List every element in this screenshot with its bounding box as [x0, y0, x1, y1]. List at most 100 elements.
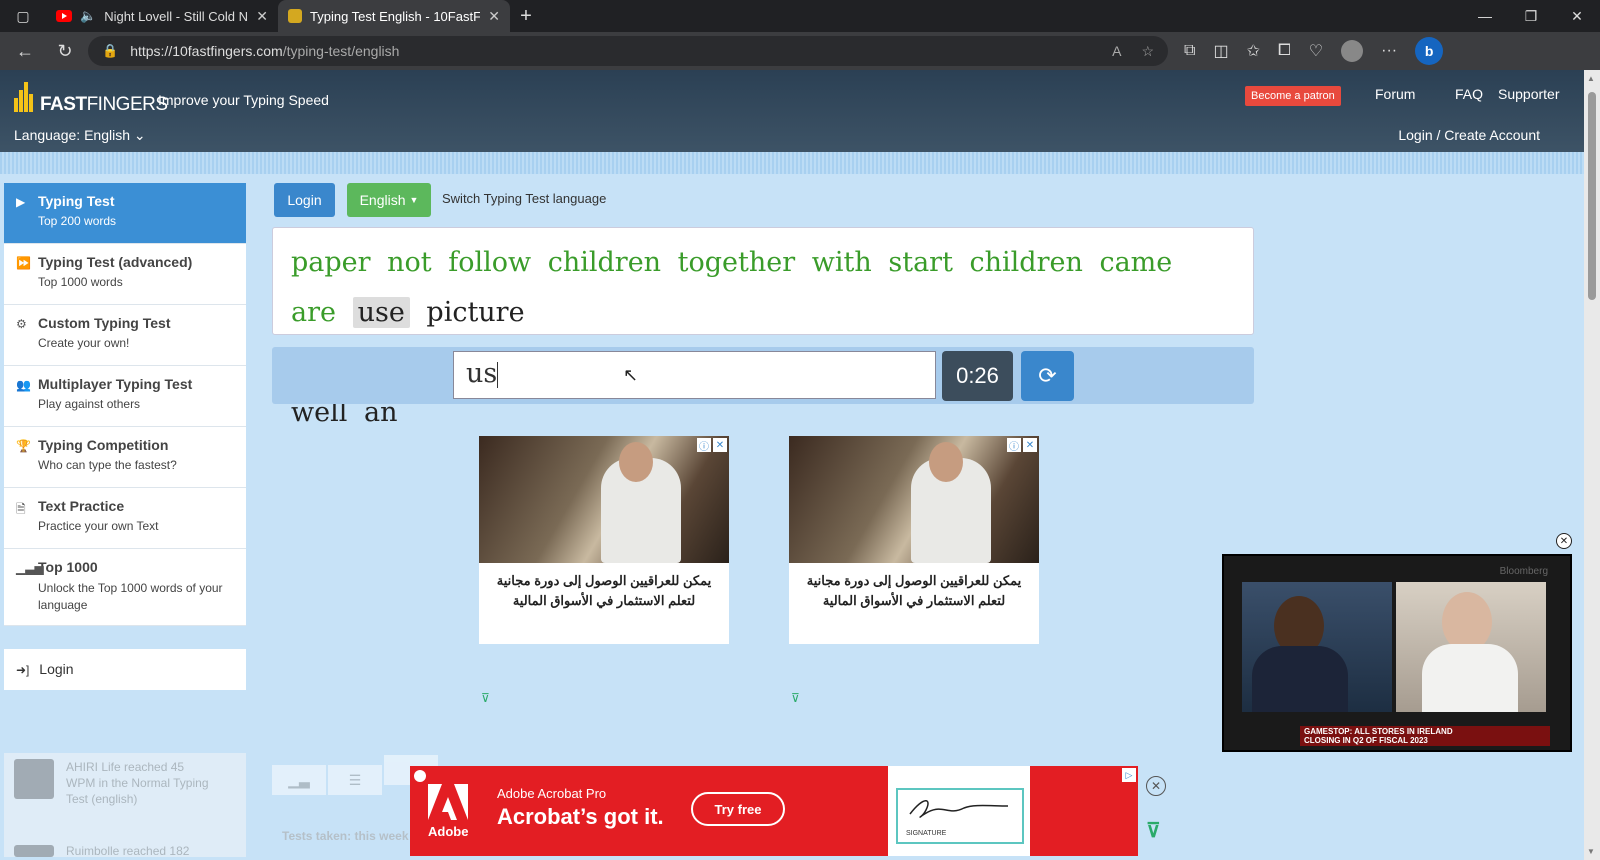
- scroll-down-icon[interactable]: ▼: [1587, 847, 1595, 856]
- ad-network-icon[interactable]: ⊽: [1146, 818, 1161, 843]
- language-selector[interactable]: Language: English ⌄: [14, 127, 146, 144]
- sidebar-item-title: Multiplayer Typing Test: [38, 376, 193, 392]
- window-controls: — ❐ ✕: [1462, 8, 1600, 25]
- signature-label: SIGNATURE: [906, 830, 947, 837]
- typing-input[interactable]: us: [453, 351, 936, 399]
- try-free-button[interactable]: Try free: [691, 792, 785, 826]
- favorite-star-icon[interactable]: ☆: [1141, 43, 1154, 60]
- logo-thin: FINGERS: [86, 94, 168, 115]
- sidebar-item-typing-test-advanced[interactable]: ⏩ Typing Test (advanced) Top 1000 words: [4, 244, 246, 305]
- activity-text: Ruimbolle reached 182: [66, 844, 190, 858]
- sidebar-item-typing-test[interactable]: ▶ Typing Test Top 200 words: [4, 183, 246, 244]
- close-window-button[interactable]: ✕: [1554, 8, 1600, 25]
- close-icon[interactable]: ✕: [713, 438, 727, 452]
- typing-input-value: us: [466, 358, 498, 389]
- ad-controls: ⓘ ✕: [1007, 438, 1037, 453]
- back-button[interactable]: ←: [8, 36, 42, 66]
- refresh-button[interactable]: ⟳: [1021, 351, 1074, 401]
- become-patron-button[interactable]: Become a patron: [1245, 86, 1341, 106]
- words-line-1: paper not follow children together with …: [291, 238, 1235, 338]
- more-options-icon[interactable]: ···: [1381, 42, 1397, 60]
- avatar: [14, 759, 54, 799]
- list-icon[interactable]: ☰: [328, 765, 382, 795]
- fast-forward-icon: ⏩: [16, 256, 31, 270]
- scrollbar-thumb[interactable]: [1588, 92, 1596, 300]
- browser-tab-youtube[interactable]: 🔈 Night Lovell - Still Cold Nig ✕: [46, 0, 278, 32]
- activity-text: AHIRI Life reached 45 WPM in the Normal …: [66, 760, 209, 806]
- collections-icon[interactable]: ⧠: [1278, 42, 1291, 60]
- login-button[interactable]: Login: [274, 183, 335, 217]
- sidebar-item-subtitle: Play against others: [38, 397, 141, 411]
- reload-button[interactable]: ↻: [48, 36, 82, 66]
- url-path: /typing-test/english: [282, 43, 400, 59]
- ad-choices-icon[interactable]: ▷: [1122, 768, 1136, 782]
- browser-tab-typing-test[interactable]: Typing Test English - 10FastFing ✕: [278, 0, 510, 32]
- ad-photo-head: [619, 442, 653, 482]
- adobe-banner-ad[interactable]: Adobe Adobe Acrobat Pro Acrobat’s got it…: [410, 766, 1138, 856]
- nav-forum[interactable]: Forum: [1375, 86, 1415, 102]
- ad-banner-right[interactable]: ⓘ ✕ يمكن للعراقيين الوصول إلى دورة مجانية…: [789, 436, 1039, 644]
- favorites-icon[interactable]: ✩: [1247, 41, 1260, 61]
- refresh-icon: ⟳: [1038, 363, 1057, 388]
- word-typed: not: [387, 247, 432, 278]
- sidebar-item-subtitle: Top 1000 words: [38, 275, 123, 289]
- ad-photo: ⓘ ✕: [479, 436, 729, 563]
- restore-button[interactable]: ❐: [1508, 8, 1554, 25]
- text-caret: [497, 361, 499, 388]
- nav-supporter[interactable]: Supporter: [1498, 86, 1559, 102]
- site-logo[interactable]: FASTFINGERS: [14, 80, 168, 116]
- video-popup[interactable]: Bloomberg GAMESTOP: ALL STORES IN IRELAN…: [1222, 554, 1572, 752]
- ad-banner-left[interactable]: ⓘ ✕ يمكن للعراقيين الوصول إلى دورة مجانية…: [479, 436, 729, 644]
- scroll-up-icon[interactable]: ▲: [1587, 74, 1595, 83]
- video-person-body: [1422, 644, 1518, 712]
- browser-tools: ⧉ ◫ ✩ ⧠ ♡ ··· b: [1184, 37, 1444, 65]
- language-button-label: English: [359, 192, 406, 208]
- read-aloud-icon[interactable]: A: [1112, 43, 1121, 60]
- chart-icon[interactable]: ▁▃: [272, 765, 326, 795]
- sidebar-item-title: Custom Typing Test: [38, 315, 171, 331]
- document-icon: 🗎: [16, 502, 26, 516]
- sidebar-login-link[interactable]: ➜] Login: [4, 649, 246, 690]
- caret-down-icon: ▼: [409, 195, 419, 205]
- sidebar-item-custom-typing-test[interactable]: ⚙ Custom Typing Test Create your own!: [4, 305, 246, 366]
- profile-avatar[interactable]: [1341, 40, 1364, 62]
- lock-icon[interactable]: 🔒: [102, 43, 118, 59]
- ad-info-icon[interactable]: ⓘ: [697, 438, 711, 453]
- sidebar-item-competition[interactable]: 🏆 Typing Competition Who can type the fa…: [4, 427, 246, 488]
- sidebar-item-subtitle: Unlock the Top 1000 words of your langua…: [38, 581, 223, 612]
- minimize-button[interactable]: —: [1462, 8, 1508, 25]
- ad-network-icon[interactable]: ⊽: [791, 691, 800, 705]
- close-tab-icon[interactable]: ✕: [256, 8, 268, 25]
- 10fastfingers-icon: [288, 9, 302, 23]
- word-typed: children: [547, 247, 662, 278]
- sign-in-icon: ➜]: [16, 663, 30, 677]
- bing-copilot-icon[interactable]: b: [1415, 37, 1444, 65]
- ad-info-icon[interactable]: ⓘ: [1007, 438, 1021, 453]
- speaker-icon[interactable]: 🔈: [80, 8, 96, 24]
- language-dropdown-button[interactable]: English ▼: [347, 183, 431, 217]
- sidebar-item-text-practice[interactable]: 🗎 Text Practice Practice your own Text: [4, 488, 246, 549]
- sidebar-item-subtitle: Top 200 words: [38, 214, 117, 228]
- tests-taken-label: Tests taken: this week: [282, 829, 409, 843]
- sidebar-item-top-1000[interactable]: ▁▃▅ Top 1000 Unlock the Top 1000 words o…: [4, 549, 246, 626]
- tab-actions-icon[interactable]: ▢: [0, 0, 46, 32]
- page-scrollbar[interactable]: ▲ ▼: [1584, 70, 1600, 860]
- login-create-account-link[interactable]: Login / Create Account: [1398, 127, 1540, 143]
- performance-icon[interactable]: ♡: [1309, 41, 1323, 61]
- close-banner-button[interactable]: ✕: [1146, 776, 1166, 796]
- avatar: [14, 845, 54, 857]
- address-bar[interactable]: 🔒 https://10fastfingers.com/typing-test/…: [88, 36, 1168, 66]
- ad-photo-head: [929, 442, 963, 482]
- new-tab-button[interactable]: +: [510, 5, 542, 28]
- ad-text: يمكن للعراقيين الوصول إلى دورة مجانية لتع…: [789, 563, 1039, 619]
- nav-faq[interactable]: FAQ: [1455, 86, 1483, 102]
- extensions-icon[interactable]: ⧉: [1184, 42, 1195, 60]
- sidebar-item-multiplayer[interactable]: 👥 Multiplayer Typing Test Play against o…: [4, 366, 246, 427]
- close-video-button[interactable]: ✕: [1556, 533, 1572, 549]
- sidebar-item-title: Typing Test (advanced): [38, 254, 193, 270]
- close-tab-icon[interactable]: ✕: [488, 8, 500, 25]
- split-screen-icon[interactable]: ◫: [1213, 41, 1228, 61]
- ad-network-icon[interactable]: ⊽: [481, 691, 490, 705]
- close-icon[interactable]: ✕: [1023, 438, 1037, 452]
- signal-bars-icon: ▁▃▅: [16, 561, 44, 575]
